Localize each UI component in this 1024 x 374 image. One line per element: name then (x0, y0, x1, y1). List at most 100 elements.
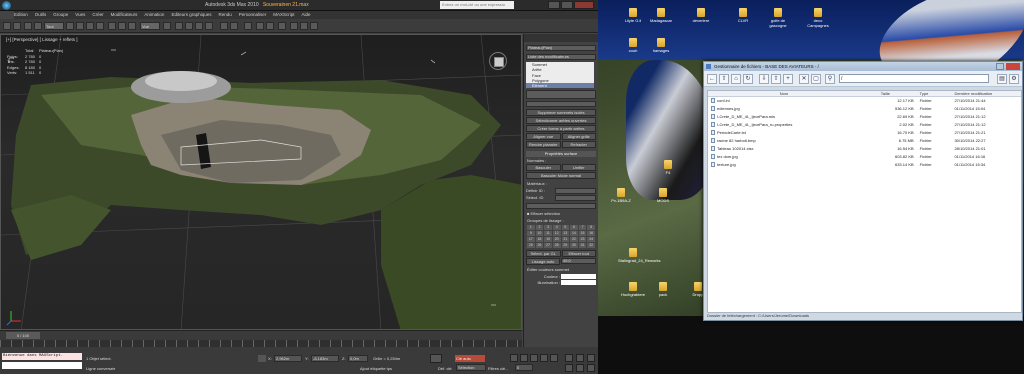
edit-geometry-button[interactable]: Rendre planaire (526, 141, 561, 149)
key-filters-button[interactable]: Filtres clé... (488, 366, 508, 371)
path-input[interactable]: / (839, 74, 989, 83)
desktop-icon[interactable]: Pv-1B9A-Z (606, 188, 636, 203)
clear-all-button[interactable]: Effacer tout (561, 250, 596, 258)
flip-normal-mode-button[interactable]: Basculer Mode normal (526, 172, 596, 180)
track-bar[interactable] (0, 340, 522, 347)
render-icon[interactable] (310, 22, 318, 30)
smoothing-group-button[interactable]: 22 (570, 237, 578, 243)
viewport-label[interactable]: [+] [Perspective] [ Lissage + reflets ] (6, 37, 78, 42)
x-coordinate[interactable]: 2,962m (274, 355, 302, 362)
edit-geometry-button[interactable]: Aligner vue (526, 133, 561, 141)
illumination-swatch[interactable] (561, 280, 596, 286)
smoothing-group-button[interactable]: 32 (587, 243, 595, 249)
download-icon[interactable]: ⇩ (759, 74, 769, 84)
window-crossing-icon[interactable] (96, 22, 104, 30)
stack-controls[interactable] (526, 90, 596, 100)
new-folder-icon[interactable]: + (783, 74, 793, 84)
fov-icon[interactable] (576, 364, 584, 372)
desktop-icon[interactable]: Lilyte G.il (618, 8, 648, 23)
align-icon[interactable] (230, 22, 238, 30)
desktop-icon[interactable]: CLVR (728, 8, 758, 23)
command-panel-tabs[interactable] (524, 34, 598, 42)
rotate-icon[interactable] (118, 22, 126, 30)
maxscript-input[interactable] (2, 362, 82, 369)
menu-item-9[interactable]: Personnaliser (239, 11, 267, 19)
desktop-icon[interactable]: golfe de gascogne (763, 8, 793, 28)
smoothing-group-button[interactable]: 21 (561, 237, 570, 243)
smoothing-group-button[interactable]: 14 (570, 231, 578, 237)
edit-geometry-button[interactable]: Refracter (561, 141, 596, 149)
file-row[interactable]: I-Crete_D_ME_4L_IjeurPara.mis 22.69 KB Fic… (708, 113, 1021, 121)
smoothing-group-button[interactable]: 31 (578, 243, 587, 249)
file-row[interactable]: ediennes.jpg 536.12 KB Fichier 01/11/2014 1… (708, 105, 1021, 113)
smoothing-group-button[interactable]: 29 (561, 243, 570, 249)
y-coordinate[interactable]: -8,183m (311, 355, 339, 362)
zoom-all-icon[interactable] (576, 354, 584, 362)
menu-item-6[interactable]: Animation (144, 11, 164, 19)
select-by-name-icon[interactable] (76, 22, 84, 30)
modifier-stack-item[interactable]: Elément (526, 83, 594, 89)
select-id-spinner[interactable] (555, 195, 596, 202)
orbit-icon[interactable] (565, 364, 573, 372)
edit-geometry-button[interactable]: Créer forme à partir arêtes (526, 125, 596, 133)
next-frame-icon[interactable] (540, 354, 548, 362)
zoom-icon[interactable] (565, 354, 573, 362)
desktop-icon[interactable]: MODS (648, 188, 678, 203)
smoothing-group-button[interactable]: 11 (544, 231, 552, 237)
z-coordinate[interactable]: 0,0m (348, 355, 368, 362)
desktop-icon[interactable]: hamages (646, 38, 676, 53)
smoothing-group-button[interactable]: 4 (552, 225, 561, 231)
smoothing-group-button[interactable]: 7 (578, 225, 587, 231)
maximize-viewport-icon[interactable] (587, 364, 595, 372)
rename-icon[interactable]: ▢ (811, 74, 821, 84)
smoothing-group-button[interactable]: 27 (544, 243, 552, 249)
smoothing-group-button[interactable]: 3 (544, 225, 552, 231)
maximize-window-button[interactable] (996, 63, 1004, 70)
delete-icon[interactable]: ✕ (799, 74, 809, 84)
selection-dropdown[interactable]: Sélection (456, 364, 486, 371)
menu-item-0[interactable]: Edition (14, 11, 28, 19)
smoothing-group-button[interactable]: 2 (535, 225, 544, 231)
desktop-icon[interactable]: deco Campagnes (803, 8, 833, 28)
file-row[interactable]: racine 82 harbolt.bmp 6.75 MB Fichier 30/10… (708, 137, 1021, 145)
smoothing-group-button[interactable]: 6 (570, 225, 578, 231)
render-setup-icon[interactable] (290, 22, 298, 30)
move-icon[interactable] (108, 22, 116, 30)
link-icon[interactable] (24, 22, 32, 30)
desktop-icon[interactable]: pack (648, 282, 678, 297)
undo-icon[interactable] (3, 22, 11, 30)
menu-item-4[interactable]: Créer (92, 11, 103, 19)
viewcube-box[interactable] (494, 57, 504, 67)
smoothing-group-button[interactable]: 23 (578, 237, 587, 243)
refresh-icon[interactable]: ↻ (743, 74, 753, 84)
desktop-icon[interactable]: Stalingrad_24_Reworks (618, 248, 660, 263)
file-row[interactable]: PeriodeCarte.txt 16.70 KB Fichier 27/10/201… (708, 129, 1021, 137)
close-window-button[interactable] (1006, 63, 1020, 70)
smoothing-group-button[interactable]: 1 (527, 225, 535, 231)
object-name-field[interactable]: Plateau(Plan) (526, 45, 596, 51)
perspective-viewport[interactable]: [+] [Perspective] [ Lissage + reflets ] … (0, 34, 522, 330)
subobject-tabs[interactable] (526, 101, 596, 108)
menu-item-8[interactable]: Rendu (218, 11, 231, 19)
file-row[interactable]: I-Crete_D_ME_4L_IjeurPara_ru.properties 2… (708, 121, 1021, 129)
spinner-snap-icon[interactable] (205, 22, 213, 30)
menu-item-3[interactable]: Vues (75, 11, 85, 19)
menu-item-11[interactable]: Aide (302, 11, 311, 19)
lock-selection-icon[interactable] (258, 355, 266, 362)
mirror-icon[interactable] (220, 22, 228, 30)
smoothing-group-button[interactable]: 12 (552, 231, 561, 237)
menu-item-2[interactable]: Groupe (53, 11, 68, 19)
maxscript-listener[interactable]: Bienvenue dans MAXScript. (2, 353, 82, 360)
smoothing-group-button[interactable]: 30 (570, 243, 578, 249)
smoothing-group-button[interactable]: 9 (527, 231, 535, 237)
search-icon[interactable]: ⚲ (825, 74, 835, 84)
pan-icon[interactable] (587, 354, 595, 362)
curve-editor-icon[interactable] (256, 22, 264, 30)
select-object-icon[interactable] (66, 22, 74, 30)
layer-icon[interactable] (244, 22, 252, 30)
edit-geometry-button[interactable]: Sélectionner arêtes ouvertes (526, 117, 596, 125)
viewcube[interactable] (489, 52, 507, 70)
menu-item-5[interactable]: Modificateurs (111, 11, 138, 19)
maximize-button[interactable] (561, 1, 573, 9)
go-start-icon[interactable] (510, 354, 518, 362)
